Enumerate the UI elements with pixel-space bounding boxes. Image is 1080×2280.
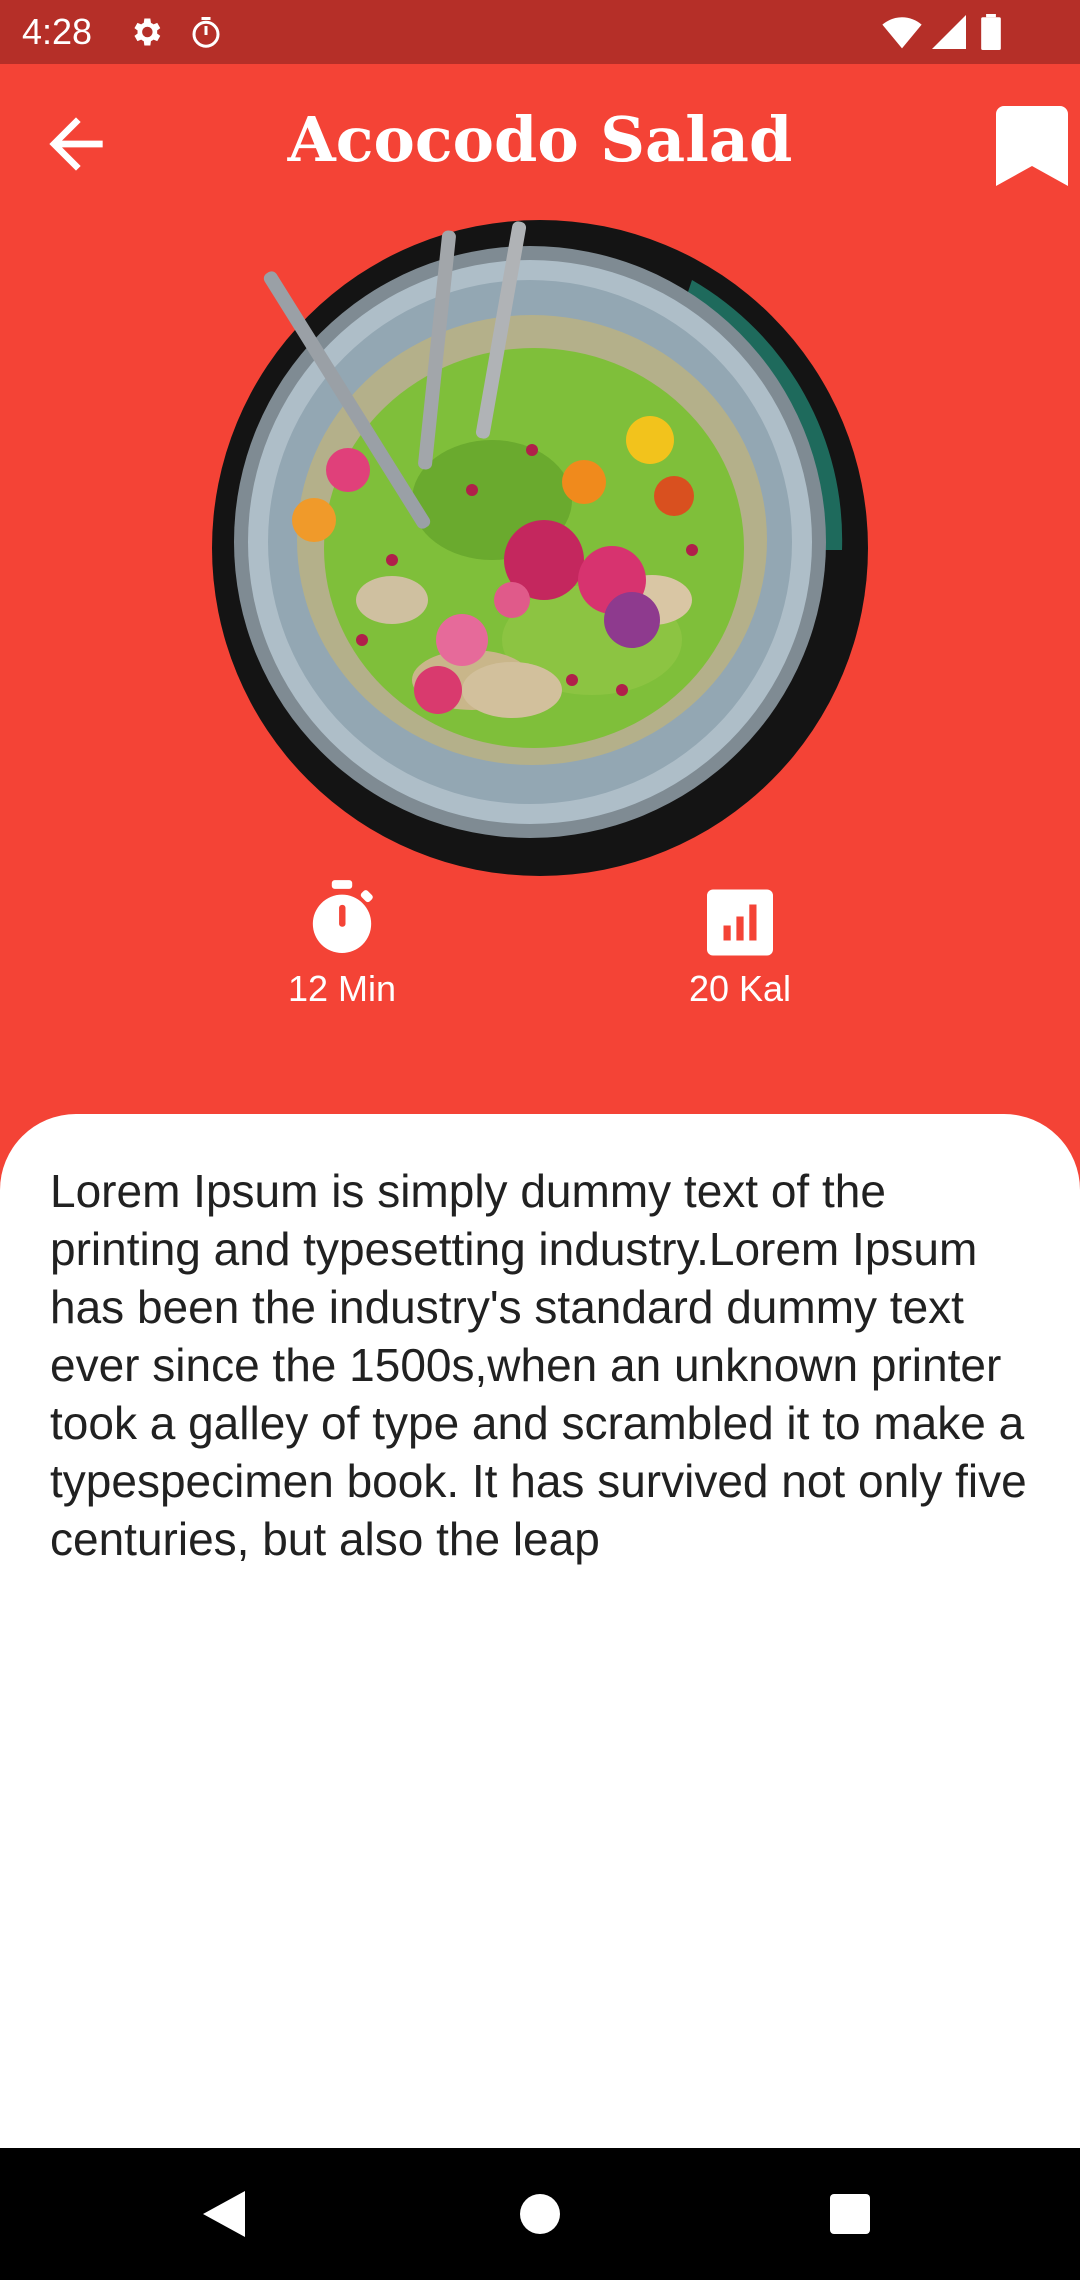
status-bar: 4:28 bbox=[0, 0, 1080, 64]
bookmark-button[interactable] bbox=[996, 106, 1068, 186]
system-nav-bar bbox=[0, 2148, 1080, 2280]
status-time: 4:28 bbox=[22, 11, 93, 52]
description-card: Lorem Ipsum is simply dummy text of the … bbox=[0, 1114, 1080, 2148]
page-title: Acocodo Salad bbox=[287, 103, 793, 176]
bookmark-icon bbox=[996, 106, 1068, 186]
battery-icon bbox=[980, 14, 1002, 55]
back-triangle-icon bbox=[203, 2191, 245, 2237]
cook-time-label: 12 Min bbox=[287, 968, 397, 1009]
recipe-image bbox=[212, 220, 868, 876]
bar-chart-icon bbox=[707, 889, 773, 956]
timer-icon bbox=[312, 880, 373, 953]
cook-time-stat: 12 Min bbox=[212, 880, 472, 1011]
app-bar: Acocodo Salad bbox=[0, 64, 1080, 220]
calories-stat: 20 Kal bbox=[610, 880, 870, 1011]
recents-square-icon bbox=[830, 2194, 870, 2234]
nav-back-button[interactable] bbox=[182, 2170, 270, 2258]
wifi-icon bbox=[882, 14, 922, 55]
recipe-description: Lorem Ipsum is simply dummy text of the … bbox=[50, 1165, 1027, 1565]
signal-icon bbox=[932, 14, 966, 55]
home-circle-icon bbox=[520, 2194, 560, 2234]
settings-icon bbox=[128, 14, 164, 55]
calories-label: 20 Kal bbox=[688, 968, 792, 1009]
timer-icon bbox=[188, 14, 224, 55]
nav-recents-button[interactable] bbox=[806, 2170, 894, 2258]
nav-home-button[interactable] bbox=[496, 2170, 584, 2258]
